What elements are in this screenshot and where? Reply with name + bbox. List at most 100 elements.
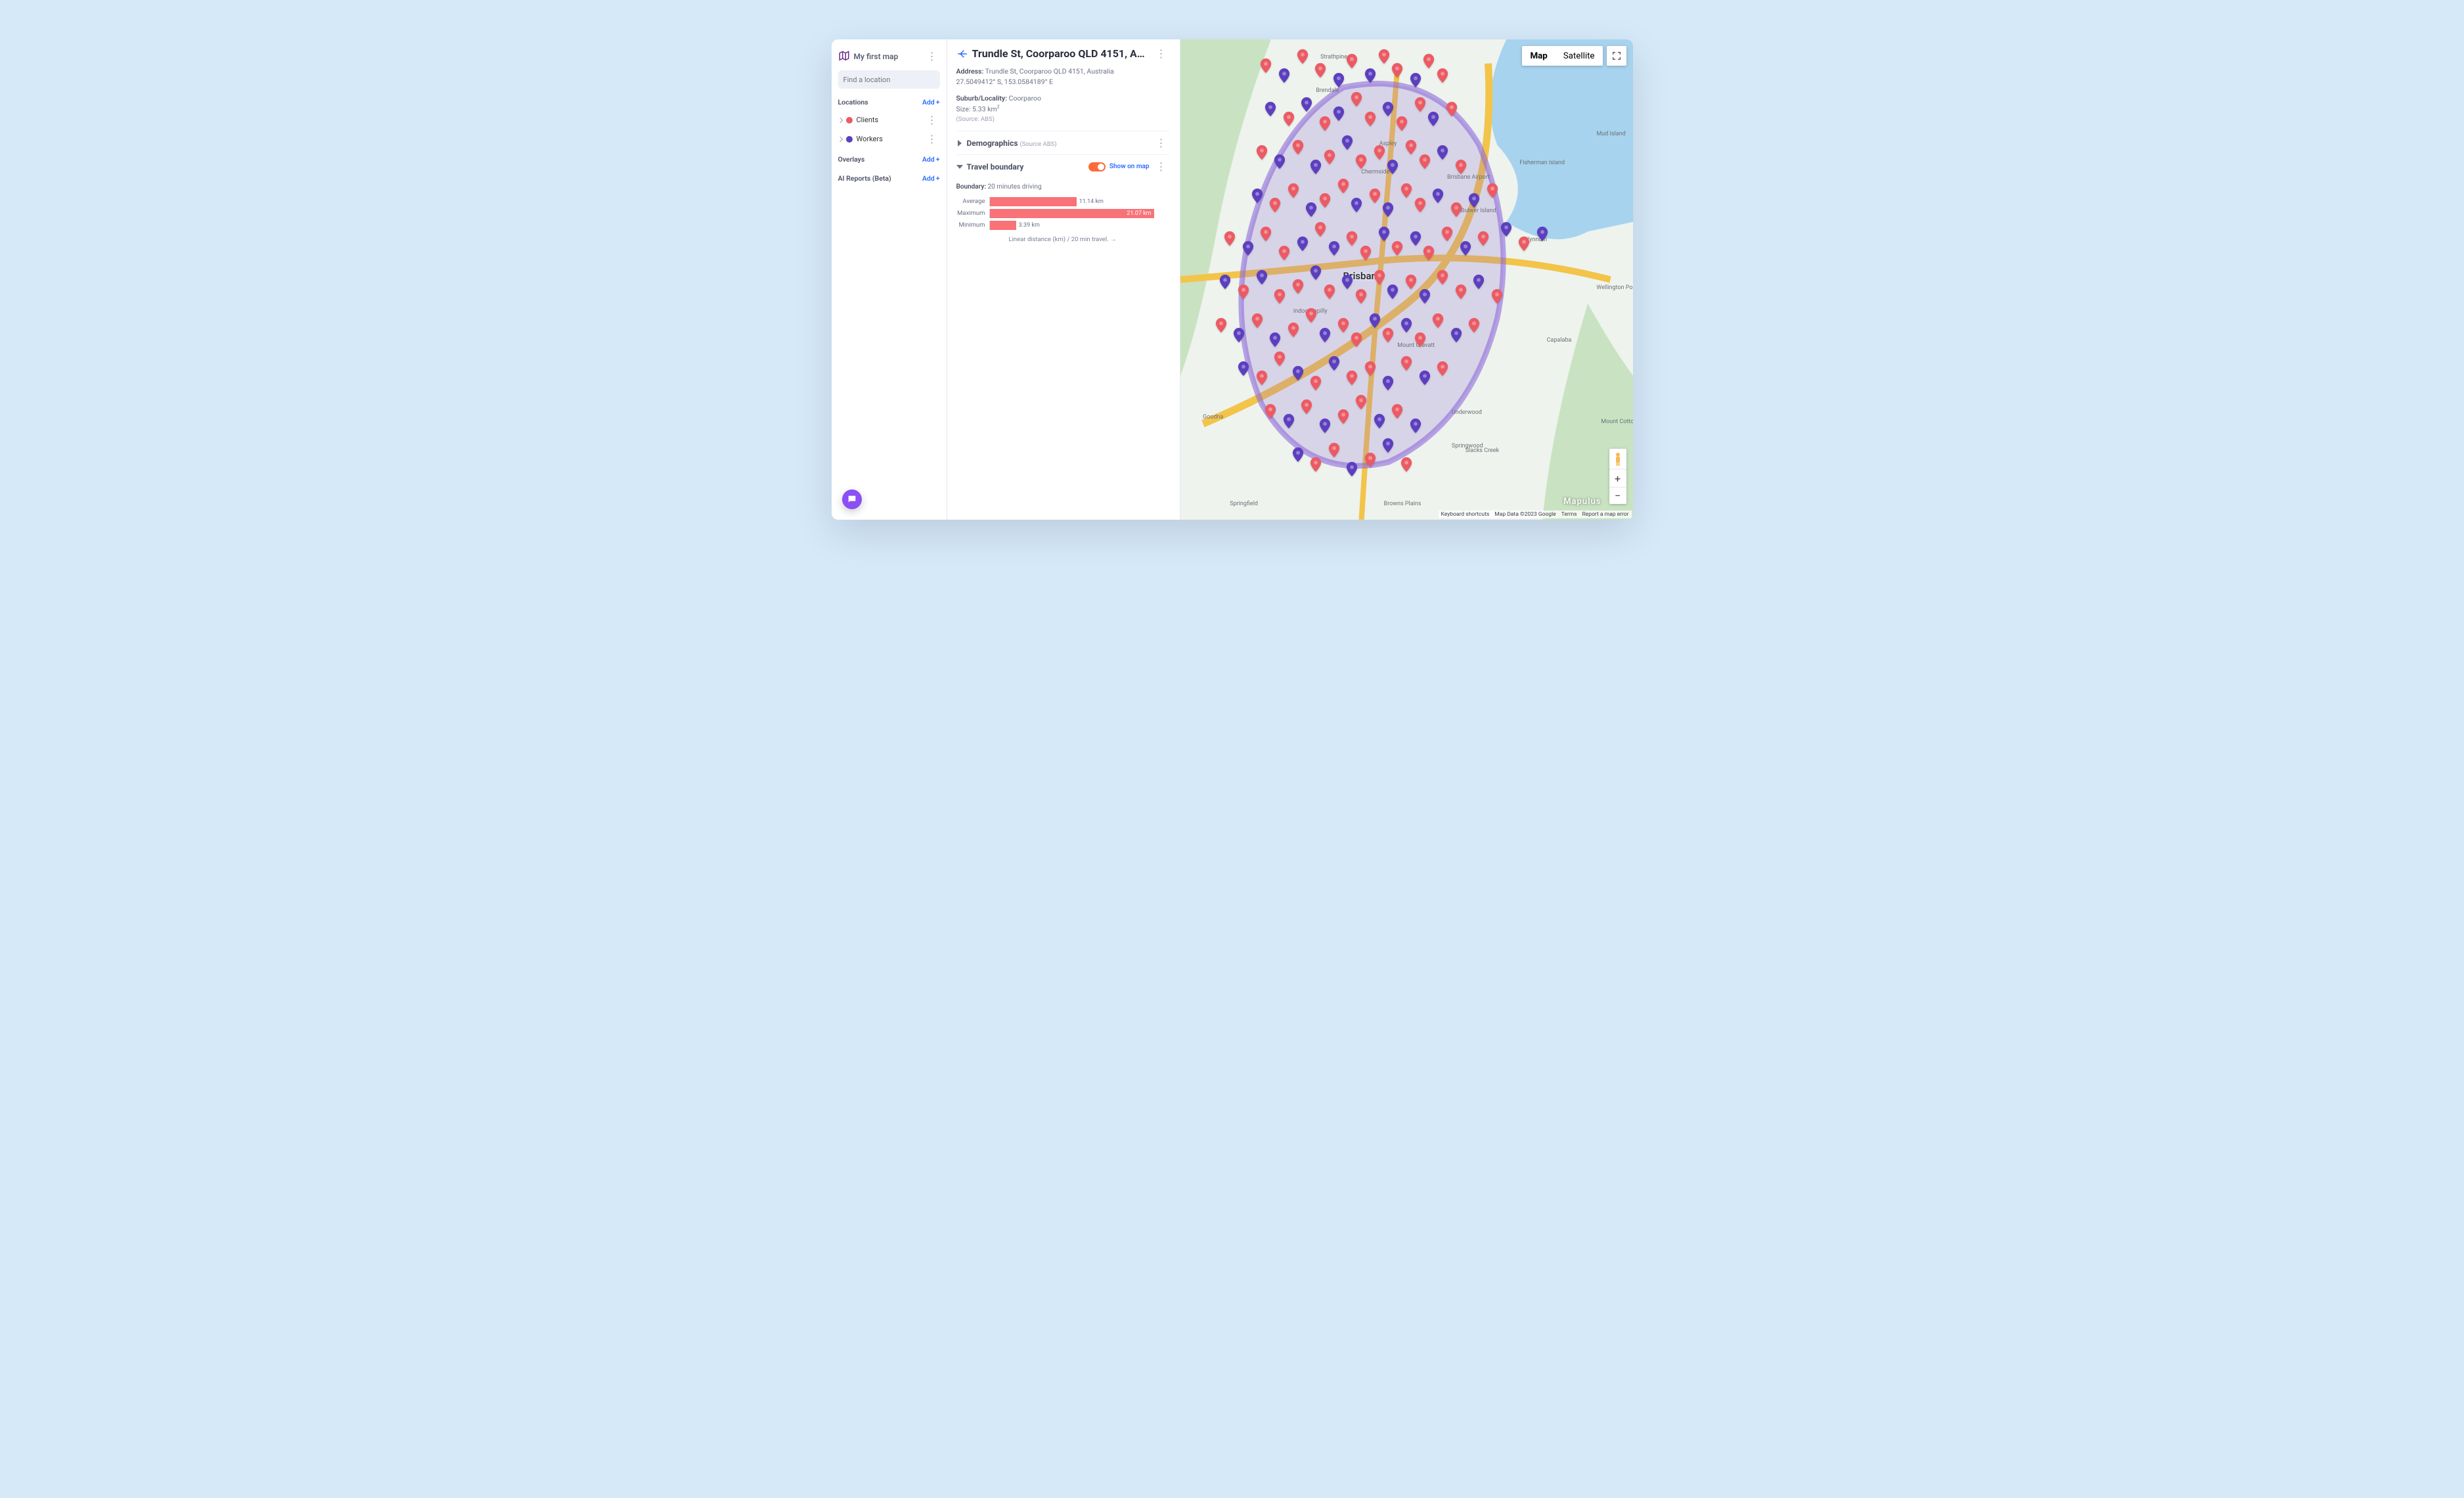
worker-pin[interactable]: [1378, 227, 1390, 241]
client-pin[interactable]: [1238, 284, 1249, 299]
worker-pin[interactable]: [1382, 102, 1394, 116]
client-pin[interactable]: [1324, 284, 1335, 299]
client-pin[interactable]: [1391, 63, 1403, 78]
map-title-more-icon[interactable]: ⋮: [924, 49, 940, 64]
client-pin[interactable]: [1224, 231, 1236, 246]
client-pin[interactable]: [1274, 352, 1286, 366]
demographics-more-icon[interactable]: ⋮: [1154, 135, 1169, 150]
client-pin[interactable]: [1288, 323, 1299, 337]
client-pin[interactable]: [1382, 328, 1394, 342]
client-pin[interactable]: [1405, 275, 1417, 289]
client-pin[interactable]: [1400, 457, 1412, 472]
worker-pin[interactable]: [1265, 102, 1276, 116]
client-pin[interactable]: [1437, 270, 1448, 284]
worker-pin[interactable]: [1305, 202, 1317, 217]
worker-pin[interactable]: [1382, 438, 1394, 453]
client-pin[interactable]: [1310, 376, 1322, 390]
client-pin[interactable]: [1400, 183, 1412, 198]
worker-pin[interactable]: [1419, 371, 1431, 385]
client-pin[interactable]: [1374, 145, 1385, 160]
client-pin[interactable]: [1319, 193, 1331, 208]
client-pin[interactable]: [1450, 202, 1462, 217]
worker-pin[interactable]: [1432, 189, 1444, 203]
worker-pin[interactable]: [1346, 462, 1358, 476]
client-pin[interactable]: [1400, 356, 1412, 371]
client-pin[interactable]: [1283, 112, 1295, 126]
fullscreen-button[interactable]: [1607, 46, 1626, 66]
overlays-add-button[interactable]: Add +: [922, 155, 940, 164]
worker-pin[interactable]: [1437, 145, 1448, 160]
search-box[interactable]: [838, 70, 940, 89]
worker-pin[interactable]: [1328, 356, 1340, 371]
client-pin[interactable]: [1355, 289, 1367, 304]
worker-pin[interactable]: [1297, 237, 1309, 251]
back-arrow-icon[interactable]: [956, 48, 968, 60]
client-pin[interactable]: [1355, 395, 1367, 409]
worker-pin[interactable]: [1238, 361, 1249, 376]
worker-pin[interactable]: [1364, 68, 1376, 83]
worker-pin[interactable]: [1328, 241, 1340, 256]
worker-pin[interactable]: [1233, 328, 1245, 342]
worker-pin[interactable]: [1427, 112, 1439, 126]
worker-pin[interactable]: [1410, 419, 1422, 433]
worker-pin[interactable]: [1269, 332, 1281, 347]
worker-pin[interactable]: [1419, 289, 1431, 304]
worker-pin[interactable]: [1219, 275, 1231, 289]
client-pin[interactable]: [1391, 241, 1403, 256]
client-pin[interactable]: [1374, 270, 1385, 284]
worker-pin[interactable]: [1473, 275, 1485, 289]
client-pin[interactable]: [1405, 140, 1417, 154]
worker-pin[interactable]: [1341, 135, 1353, 150]
client-pin[interactable]: [1378, 49, 1390, 64]
client-pin[interactable]: [1260, 227, 1272, 241]
client-pin[interactable]: [1314, 222, 1326, 237]
worker-pin[interactable]: [1283, 414, 1295, 428]
demographics-section[interactable]: Demographics (Source ABS) ⋮: [956, 131, 1169, 154]
client-pin[interactable]: [1437, 361, 1448, 376]
client-pin[interactable]: [1346, 371, 1358, 385]
show-on-map-toggle[interactable]: [1088, 162, 1106, 171]
client-pin[interactable]: [1337, 318, 1349, 332]
worker-pin[interactable]: [1341, 275, 1353, 289]
client-pin[interactable]: [1432, 313, 1444, 328]
client-pin[interactable]: [1319, 116, 1331, 131]
worker-pin[interactable]: [1333, 106, 1345, 121]
worker-pin[interactable]: [1460, 241, 1471, 256]
client-pin[interactable]: [1301, 399, 1312, 414]
worker-pin[interactable]: [1301, 97, 1312, 112]
client-pin[interactable]: [1305, 308, 1317, 323]
worker-pin[interactable]: [1256, 270, 1268, 284]
layer-more-icon[interactable]: ⋮: [924, 112, 940, 127]
travel-boundary-section[interactable]: Travel boundary Show on map ⋮: [956, 154, 1169, 178]
attribution-link[interactable]: Terms: [1561, 511, 1577, 518]
locations-add-button[interactable]: Add +: [922, 98, 940, 106]
worker-pin[interactable]: [1468, 193, 1480, 208]
client-pin[interactable]: [1360, 246, 1372, 260]
zoom-out-button[interactable]: −: [1609, 487, 1626, 504]
client-pin[interactable]: [1419, 154, 1431, 169]
worker-pin[interactable]: [1310, 265, 1322, 280]
worker-pin[interactable]: [1319, 419, 1331, 433]
layer-row[interactable]: Workers ⋮: [838, 129, 940, 148]
client-pin[interactable]: [1369, 189, 1381, 203]
map-type-satellite[interactable]: Satellite: [1556, 46, 1603, 66]
worker-pin[interactable]: [1292, 447, 1304, 462]
client-pin[interactable]: [1346, 231, 1358, 246]
client-pin[interactable]: [1337, 409, 1349, 424]
client-pin[interactable]: [1314, 63, 1326, 78]
worker-pin[interactable]: [1450, 328, 1462, 342]
layer-more-icon[interactable]: ⋮: [924, 131, 940, 147]
search-input[interactable]: [843, 76, 935, 84]
worker-pin[interactable]: [1351, 198, 1362, 212]
client-pin[interactable]: [1251, 313, 1263, 328]
client-pin[interactable]: [1364, 112, 1376, 126]
client-pin[interactable]: [1324, 150, 1335, 164]
worker-pin[interactable]: [1536, 227, 1548, 241]
worker-pin[interactable]: [1410, 231, 1422, 246]
client-pin[interactable]: [1292, 140, 1304, 154]
worker-pin[interactable]: [1400, 318, 1412, 332]
client-pin[interactable]: [1364, 453, 1376, 467]
client-pin[interactable]: [1292, 279, 1304, 294]
attribution-link[interactable]: Keyboard shortcuts: [1441, 511, 1490, 518]
client-pin[interactable]: [1518, 237, 1530, 251]
